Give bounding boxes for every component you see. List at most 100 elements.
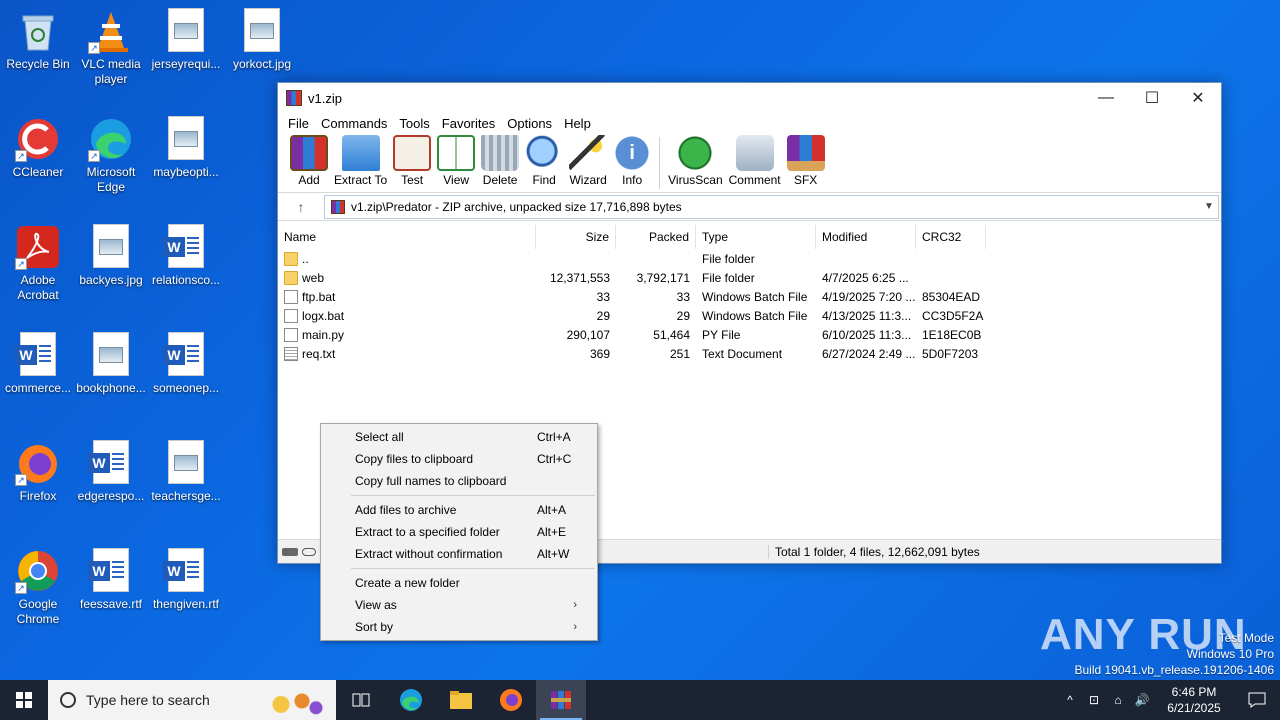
chevron-right-icon: › [573, 621, 577, 633]
menu-favorites[interactable]: Favorites [436, 116, 501, 131]
menu-item-select-all[interactable]: Select all Ctrl+A [321, 426, 597, 448]
table-row[interactable]: .. File folder [278, 249, 1221, 268]
python-file-icon [284, 327, 298, 342]
chrome-icon: ↗ [15, 548, 61, 594]
menu-bar: File Commands Tools Favorites Options He… [278, 113, 1221, 133]
window-title: v1.zip [308, 90, 342, 106]
word-document-icon: W [163, 224, 204, 268]
notification-button[interactable] [1234, 692, 1280, 708]
wizard-button[interactable]: Wizard [569, 133, 608, 187]
task-view-icon [352, 693, 370, 707]
toolbar: Add Extract To Test View Delete Find Wiz… [278, 133, 1221, 193]
ccleaner-icon: ↗ [15, 116, 61, 162]
menu-help[interactable]: Help [558, 116, 597, 131]
start-button[interactable] [0, 680, 48, 720]
desktop-icon-jerseyrequi[interactable]: jerseyrequi... [148, 8, 224, 72]
desktop-icon-edgerespo[interactable]: W edgerespo... [73, 440, 149, 504]
table-row[interactable]: req.txt 369 251 Text Document 6/27/2024 … [278, 344, 1221, 363]
column-packed[interactable]: Packed [616, 225, 696, 249]
desktop-icon-feessave[interactable]: W feessave.rtf [73, 548, 149, 612]
desktop-icon-ccleaner[interactable]: ↗ CCleaner [0, 116, 76, 180]
desktop-icon-backyes[interactable]: backyes.jpg [73, 224, 149, 288]
chevron-down-icon[interactable]: ▼ [1200, 201, 1218, 212]
desktop-icon-microsoft-edge[interactable]: ↗ Microsoft Edge [73, 116, 149, 195]
desktop-icon-commerce[interactable]: W commerce... [0, 332, 76, 396]
find-button[interactable]: Find [525, 133, 564, 187]
winrar-icon [551, 691, 571, 709]
menu-item-sort-by[interactable]: Sort by › [321, 616, 597, 638]
toolbar-separator [659, 137, 661, 189]
desktop-icon-yorkoct[interactable]: yorkoct.jpg [224, 8, 300, 72]
watermark-line-1: Test Mode [1218, 631, 1274, 645]
desktop-icon-adobe-acrobat[interactable]: ↗ Adobe Acrobat [0, 224, 76, 303]
menu-separator [351, 568, 595, 569]
folder-icon [284, 251, 298, 266]
test-button[interactable]: Test [393, 133, 432, 187]
path-field[interactable]: v1.zip\Predator - ZIP archive, unpacked … [324, 194, 1219, 219]
batch-file-icon [284, 289, 298, 304]
desktop-icon-firefox[interactable]: ↗ Firefox [0, 440, 76, 504]
drive-icon[interactable] [282, 547, 298, 556]
task-view-button[interactable] [336, 680, 386, 720]
desktop-icon-someonep[interactable]: W someonep... [148, 332, 224, 396]
table-row[interactable]: main.py 290,107 51,464 PY File 6/10/2025… [278, 325, 1221, 344]
sfx-button[interactable]: SFX [786, 133, 825, 187]
clock[interactable]: 6:46 PM 6/21/2025 [1154, 684, 1234, 716]
menu-item-add-files[interactable]: Add files to archive Alt+A [321, 499, 597, 521]
column-modified[interactable]: Modified [816, 225, 916, 249]
title-bar[interactable]: v1.zip — ☐ ✕ [278, 83, 1221, 113]
menu-item-extract-to-folder[interactable]: Extract to a specified folder Alt+E [321, 521, 597, 543]
taskbar-search-box[interactable]: Type here to search [48, 680, 336, 720]
desktop-icon-google-chrome[interactable]: ↗ Google Chrome [0, 548, 76, 627]
extract-to-button[interactable]: Extract To [334, 133, 387, 187]
shortcut-arrow-icon: ↗ [88, 42, 100, 54]
taskbar-file-explorer[interactable] [436, 680, 486, 720]
network-icon[interactable]: ⊡ [1082, 693, 1106, 707]
menu-file[interactable]: File [282, 116, 315, 131]
table-row[interactable]: web 12,371,553 3,792,171 File folder 4/7… [278, 268, 1221, 287]
menu-item-view-as[interactable]: View as › [321, 594, 597, 616]
column-crc32[interactable]: CRC32 [916, 225, 986, 249]
minimize-button[interactable]: — [1083, 83, 1129, 113]
extract-folder-icon [341, 135, 380, 171]
volume-icon[interactable]: 🔊 [1130, 693, 1154, 707]
info-button[interactable]: i Info [613, 133, 652, 187]
up-arrow-icon[interactable]: ↑ [278, 199, 324, 215]
close-button[interactable]: ✕ [1175, 83, 1221, 113]
menu-item-copy-full-names[interactable]: Copy full names to clipboard [321, 470, 597, 492]
desktop-icon-teachersge[interactable]: teachersge... [148, 440, 224, 504]
column-type[interactable]: Type [696, 225, 816, 249]
ethernet-icon[interactable]: ⌂ [1106, 693, 1130, 707]
desktop-icon-vlc[interactable]: ↗ VLC media player [73, 8, 149, 87]
comment-button[interactable]: Comment [729, 133, 781, 187]
menu-item-create-folder[interactable]: Create a new folder [321, 572, 597, 594]
menu-item-extract-without-confirmation[interactable]: Extract without confirmation Alt+W [321, 543, 597, 565]
view-button[interactable]: View [437, 133, 476, 187]
comment-icon [735, 135, 774, 171]
word-document-icon: W [88, 548, 129, 592]
taskbar-edge[interactable] [386, 680, 436, 720]
maximize-button[interactable]: ☐ [1129, 83, 1175, 113]
virusscan-button[interactable]: VirusScan [668, 133, 723, 187]
menu-item-copy-files[interactable]: Copy files to clipboard Ctrl+C [321, 448, 597, 470]
desktop-icon-maybeopti[interactable]: maybeopti... [148, 116, 224, 180]
desktop-icon-thengiven[interactable]: W thengiven.rtf [148, 548, 224, 612]
image-file-icon [244, 8, 280, 52]
test-mode-watermark: Test Mode Windows 10 Pro Build 19041.vb_… [1075, 630, 1275, 678]
taskbar-winrar[interactable] [536, 680, 586, 720]
column-name[interactable]: Name [278, 225, 536, 249]
desktop-icon-relationsco[interactable]: W relationsco... [148, 224, 224, 288]
column-size[interactable]: Size [536, 225, 616, 249]
table-row[interactable]: logx.bat 29 29 Windows Batch File 4/13/2… [278, 306, 1221, 325]
table-row[interactable]: ftp.bat 33 33 Windows Batch File 4/19/20… [278, 287, 1221, 306]
delete-button[interactable]: Delete [481, 133, 520, 187]
taskbar-firefox[interactable] [486, 680, 536, 720]
desktop-icon-bookphone[interactable]: bookphone... [73, 332, 149, 396]
chevron-up-icon[interactable]: ^ [1058, 693, 1082, 707]
add-button[interactable]: Add [290, 133, 328, 187]
menu-tools[interactable]: Tools [393, 116, 435, 131]
key-icon[interactable] [302, 547, 316, 556]
menu-commands[interactable]: Commands [315, 116, 393, 131]
desktop-icon-recycle-bin[interactable]: Recycle Bin [0, 8, 76, 72]
menu-options[interactable]: Options [501, 116, 558, 131]
